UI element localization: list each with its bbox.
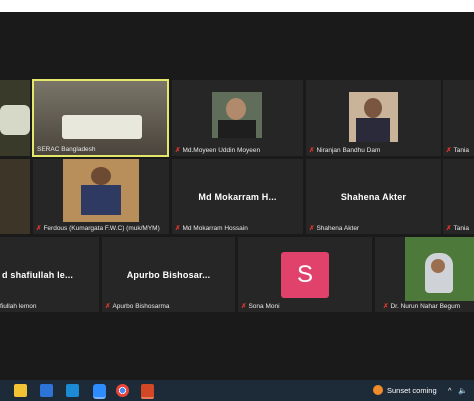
participant-name: ✗ Shahena Akter [309, 224, 360, 233]
muted-mic-icon: ✗ [446, 147, 452, 154]
participant-name: ✗ Sona Moni [241, 302, 280, 311]
muted-mic-icon: ✗ [383, 303, 389, 310]
muted-mic-icon: ✗ [241, 303, 247, 310]
chevron-up-icon[interactable]: ^ [448, 386, 452, 395]
participant-name: ✗ Ferdous (Kumargata F.W.C) (muk/MYM) [36, 224, 160, 233]
muted-mic-icon: ✗ [36, 225, 42, 232]
muted-mic-icon: ✗ [105, 303, 111, 310]
video-tile-partial-left[interactable] [0, 80, 30, 156]
video-tile-tania-2[interactable]: ✗ Tania [443, 159, 474, 234]
weather-text[interactable]: Sunset coming [387, 386, 437, 395]
muted-mic-icon: ✗ [175, 225, 181, 232]
participant-name: fiullah lemon [0, 303, 37, 310]
participant-name: ✗ Tania [446, 146, 469, 155]
video-tile-moyeen[interactable]: ✗ Md.Moyeen Uddin Moyeen [172, 80, 303, 156]
video-tile-apurbo[interactable]: Apurbo Bishosar... ✗ Apurbo Bishosarma [102, 237, 235, 312]
participant-name: ✗ Md Mokarram Hossain [175, 224, 248, 233]
video-tile-shahena[interactable]: Shahena Akter ✗ Shahena Akter [306, 159, 441, 234]
video-tile-shafiullah[interactable]: d shafiullah le... fiullah lemon [0, 237, 99, 312]
video-tile-tania-1[interactable]: ✗ Tania [443, 80, 474, 156]
video-tile-niranjan[interactable]: ✗ Niranjan Bandhu Dam [306, 80, 441, 156]
participant-name: ✗ Niranjan Bandhu Dam [309, 146, 381, 155]
file-explorer-icon[interactable] [14, 384, 27, 397]
powerpoint-icon[interactable] [141, 384, 154, 399]
video-tile-nurun[interactable]: ✗ Dr. Nurun Nahar Begum [375, 237, 474, 312]
title-bar [0, 0, 474, 12]
avatar: S [281, 252, 329, 298]
video-tile-sona[interactable]: S ✗ Sona Moni [238, 237, 372, 312]
zoom-icon[interactable] [93, 384, 106, 399]
muted-mic-icon: ✗ [175, 147, 181, 154]
chrome-icon[interactable] [116, 384, 129, 397]
video-tile-partial-left-2[interactable] [0, 159, 30, 234]
speaker-icon[interactable]: 🔈 [458, 386, 467, 395]
participant-name: ✗ Md.Moyeen Uddin Moyeen [175, 146, 261, 155]
participant-name: SERAC Bangladesh [37, 146, 96, 153]
muted-mic-icon: ✗ [309, 147, 315, 154]
windows-taskbar: Sunset coming ^ 🔈 [0, 380, 474, 401]
participant-display-name: Apurbo Bishosar... [126, 269, 211, 280]
participant-display-name: d shafiullah le... [2, 269, 74, 280]
participant-name: ✗ Dr. Nurun Nahar Begum [383, 302, 461, 311]
store-icon[interactable] [40, 384, 53, 397]
video-tile-ferdous[interactable]: ✗ Ferdous (Kumargata F.W.C) (muk/MYM) [33, 159, 169, 234]
video-tile-serac[interactable]: SERAC Bangladesh [32, 79, 169, 157]
muted-mic-icon: ✗ [309, 225, 315, 232]
mail-icon[interactable] [66, 384, 79, 397]
weather-icon[interactable] [373, 385, 383, 395]
participant-video [0, 105, 30, 135]
participant-display-name: Md Mokarram H... [198, 191, 277, 202]
participant-name: ✗ Tania [446, 224, 469, 233]
muted-mic-icon: ✗ [446, 225, 452, 232]
participant-name: ✗ Apurbo Bishosarma [105, 302, 170, 311]
video-tile-mokarram[interactable]: Md Mokarram H... ✗ Md Mokarram Hossain [172, 159, 303, 234]
participant-display-name: Shahena Akter [340, 191, 407, 202]
